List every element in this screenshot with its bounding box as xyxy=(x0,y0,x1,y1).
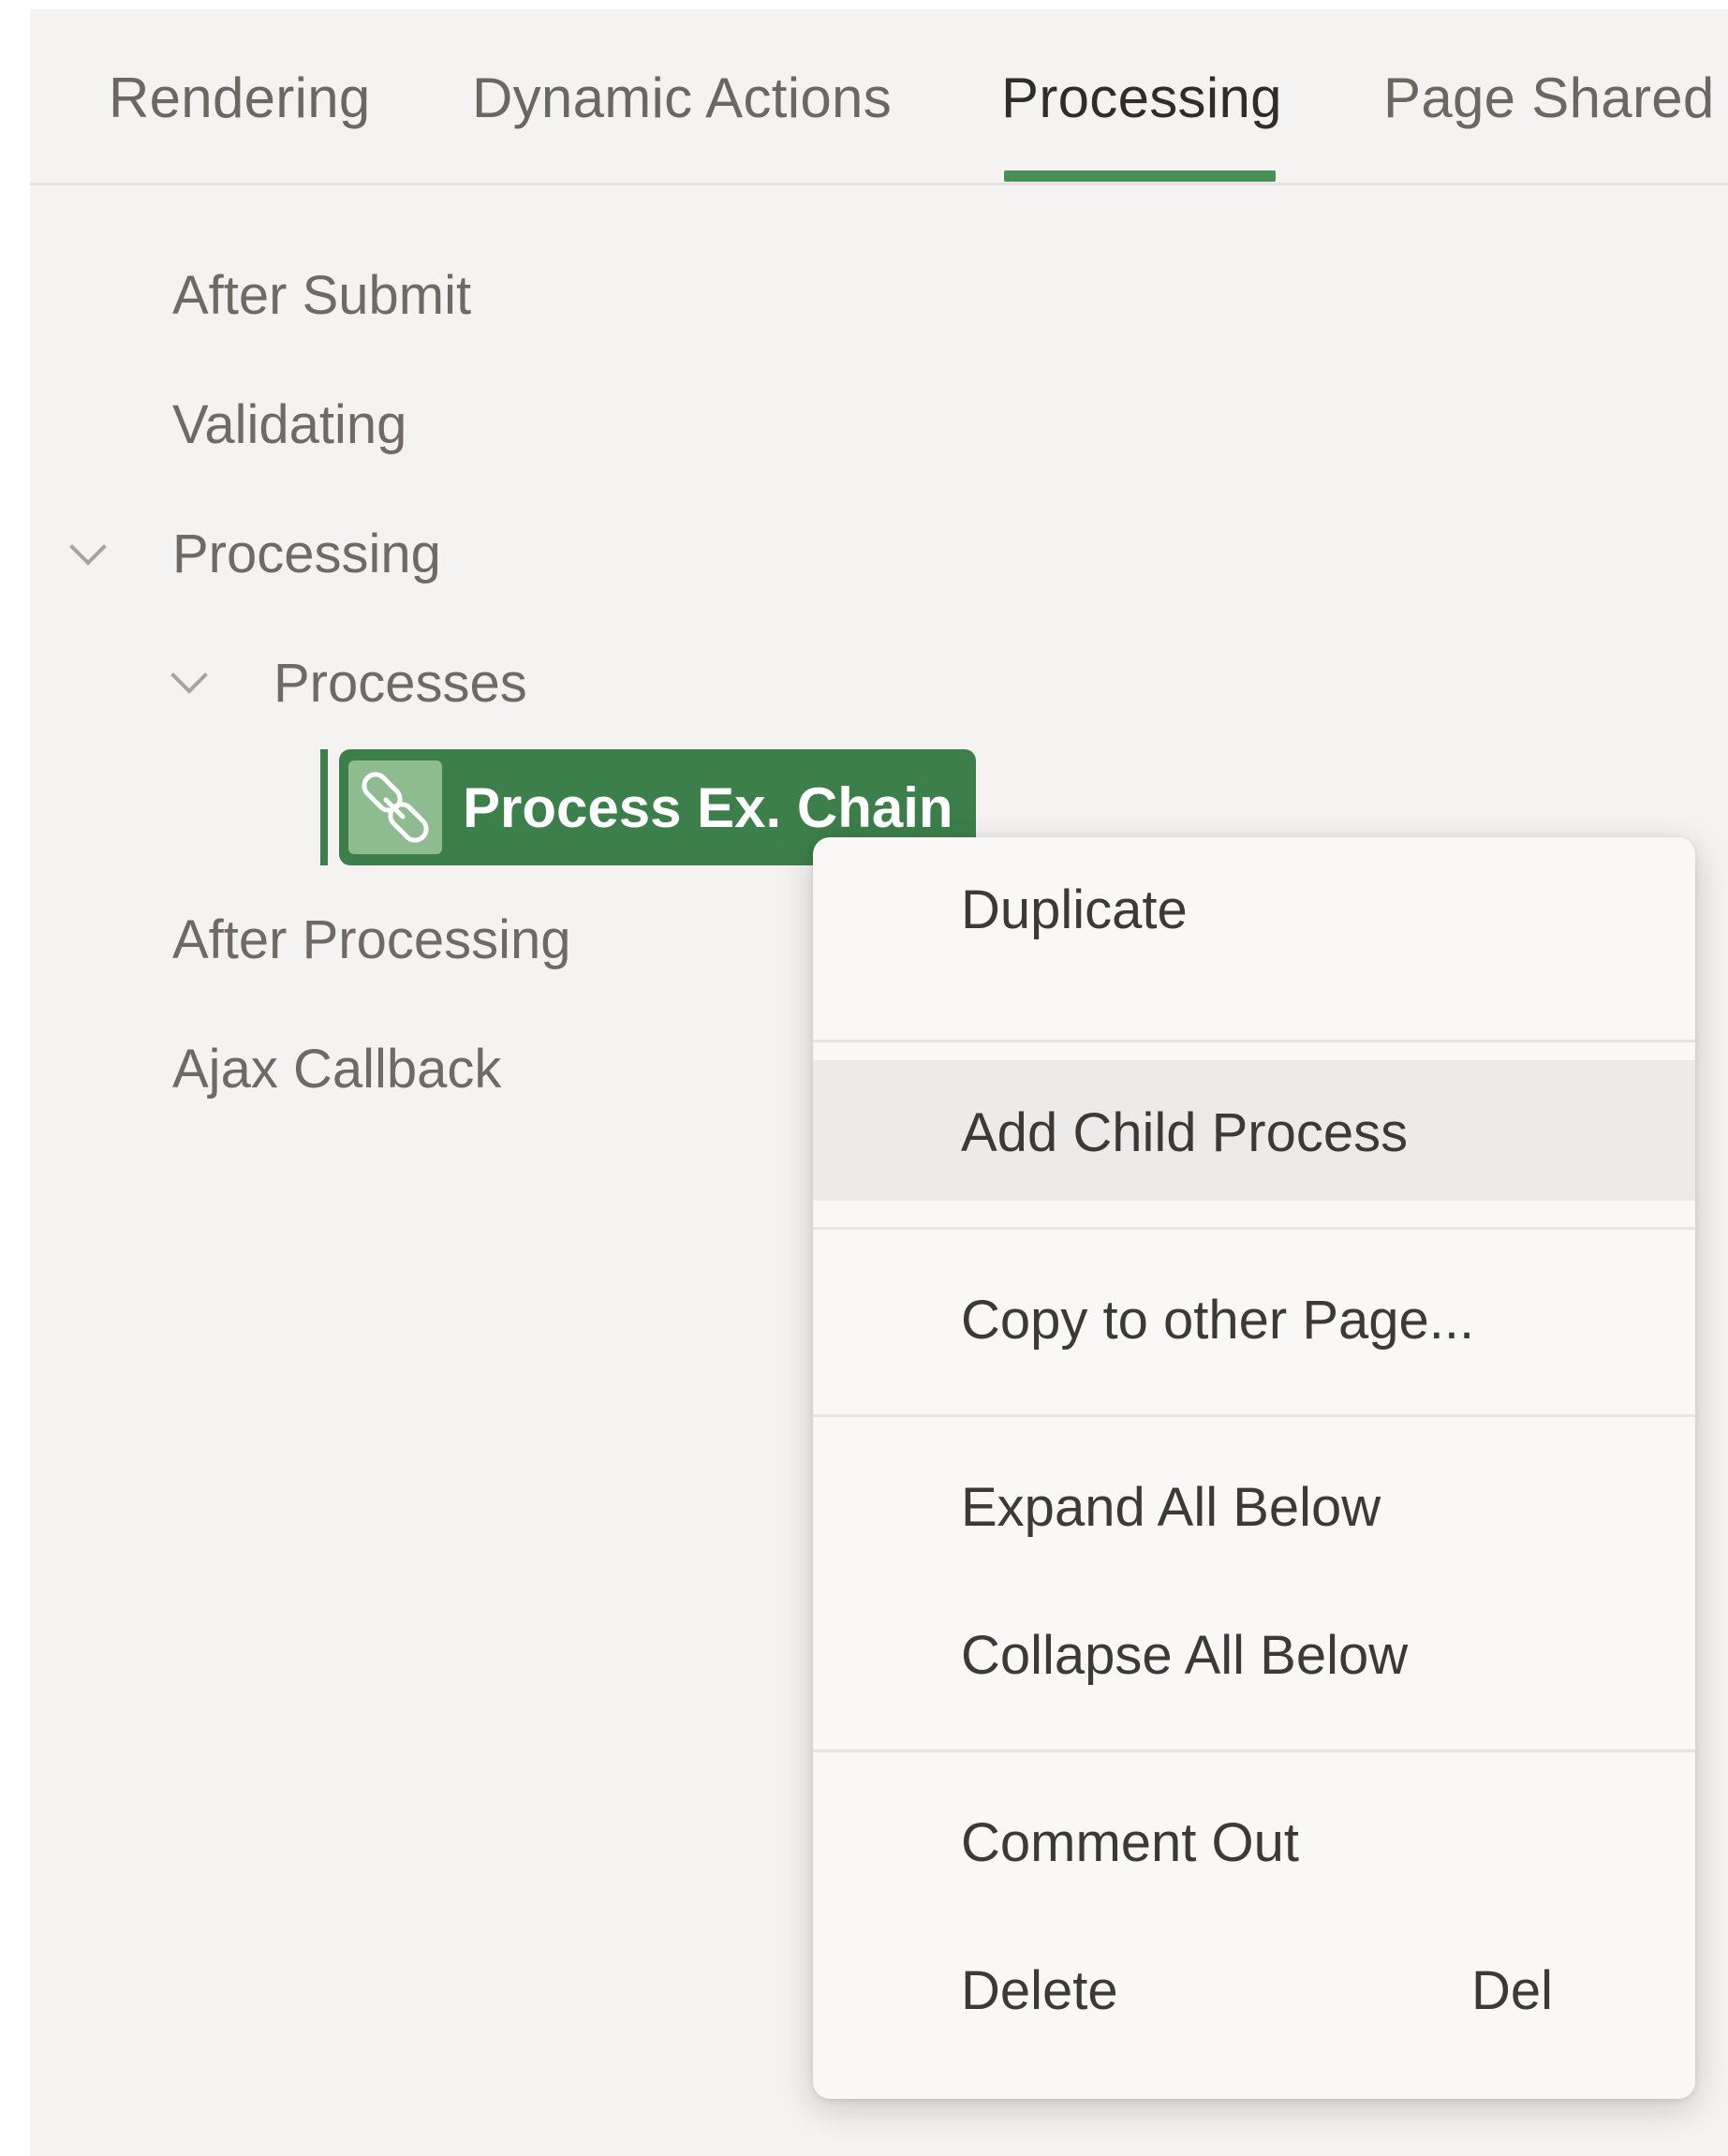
tab-dynamic-actions[interactable]: Dynamic Actions xyxy=(472,66,892,130)
menu-item-duplicate[interactable]: Duplicate xyxy=(813,837,1695,978)
link-icon xyxy=(348,761,442,854)
tab-processing[interactable]: Processing xyxy=(1001,66,1282,130)
context-menu: Duplicate Add Child Process Copy to othe… xyxy=(813,837,1695,2099)
menu-item-add-child-process[interactable]: Add Child Process xyxy=(813,1060,1695,1201)
selection-marker xyxy=(320,749,328,865)
menu-item-comment-out[interactable]: Comment Out xyxy=(813,1770,1695,1911)
chevron-down-icon[interactable] xyxy=(69,528,107,566)
tab-bar: Rendering Dynamic Actions Processing Pag… xyxy=(30,9,1728,185)
keyboard-shortcut: Del xyxy=(1470,1960,1553,2021)
menu-item-label: Add Child Process xyxy=(961,1102,1409,1163)
menu-item-label: Delete xyxy=(961,1960,1118,2021)
menu-separator xyxy=(813,1040,1695,1042)
tree-item-after-processing[interactable]: After Processing xyxy=(172,908,571,971)
chevron-down-icon[interactable] xyxy=(170,657,208,694)
menu-separator xyxy=(813,1414,1695,1417)
menu-item-collapse-all-below[interactable]: Collapse All Below xyxy=(813,1583,1695,1723)
page-designer-panel: Rendering Dynamic Actions Processing Pag… xyxy=(30,9,1728,2156)
menu-item-expand-all-below[interactable]: Expand All Below xyxy=(813,1435,1695,1575)
selected-node-label: Process Ex. Chain xyxy=(463,776,953,839)
menu-item-label: Collapse All Below xyxy=(961,1625,1409,1686)
menu-item-label: Comment Out xyxy=(961,1812,1299,1873)
active-tab-indicator xyxy=(1004,170,1276,182)
tree-item-processing[interactable]: Processing xyxy=(172,523,441,585)
menu-item-label: Duplicate xyxy=(961,879,1188,940)
tree-item-after-submit[interactable]: After Submit xyxy=(172,264,471,327)
menu-item-copy-to-other-page[interactable]: Copy to other Page... xyxy=(813,1248,1695,1388)
menu-item-delete[interactable]: Delete Del xyxy=(813,1918,1695,2059)
tab-page-shared-components[interactable]: Page Shared C xyxy=(1383,66,1728,130)
tree-item-processes[interactable]: Processes xyxy=(273,652,527,715)
tree-item-validating[interactable]: Validating xyxy=(172,393,406,456)
tree-item-ajax-callback[interactable]: Ajax Callback xyxy=(172,1038,501,1100)
menu-item-label: Copy to other Page... xyxy=(961,1290,1475,1351)
menu-separator xyxy=(813,1227,1695,1230)
menu-separator xyxy=(813,1750,1695,1752)
menu-item-label: Expand All Below xyxy=(961,1477,1381,1538)
tab-rendering[interactable]: Rendering xyxy=(109,66,371,130)
